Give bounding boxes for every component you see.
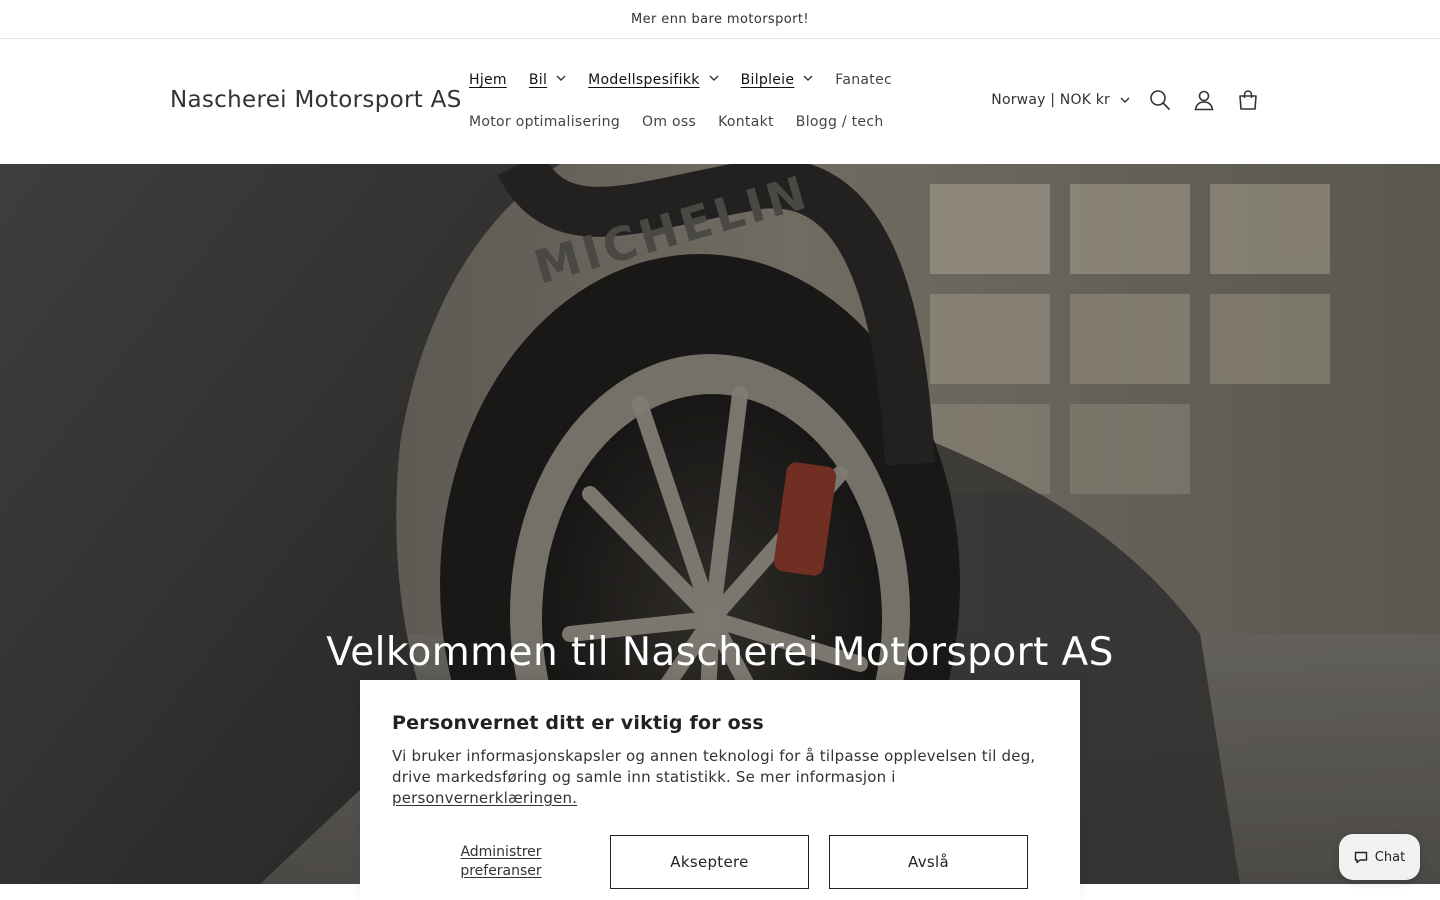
header-tools: Norway | NOK kr — [991, 79, 1270, 121]
chat-label: Chat — [1374, 849, 1406, 865]
chevron-down-icon — [1120, 92, 1130, 108]
chevron-down-icon — [709, 75, 719, 85]
nav-item-label: Hjem — [469, 72, 507, 88]
nav-item-label: Motor optimalisering — [469, 114, 621, 130]
nav-row-primary: Hjem Bil Modellspesifikk Bilpleie Fanatec — [458, 59, 978, 101]
nav-item-label: Blogg / tech — [795, 114, 884, 130]
cookie-description: Vi bruker informasjonskapsler og annen t… — [392, 746, 1048, 809]
nav-item-label: Om oss — [642, 114, 697, 130]
nav-item-hjem[interactable]: Hjem — [458, 72, 518, 88]
main-navigation: Hjem Bil Modellspesifikk Bilpleie Fanatec Mo… — [458, 59, 978, 143]
cookie-title: Personvernet ditt er viktig for oss — [392, 712, 764, 734]
nav-item-om-oss[interactable]: Om oss — [631, 114, 707, 130]
manage-preferences-link[interactable]: Administrer preferanser — [392, 843, 610, 881]
nav-item-motor-optimalisering[interactable]: Motor optimalisering — [458, 114, 631, 130]
search-icon — [1150, 90, 1171, 111]
account-icon — [1194, 90, 1214, 111]
announcement-bar: Mer enn bare motorsport! — [0, 0, 1440, 39]
country-currency-selector[interactable]: Norway | NOK kr — [991, 92, 1130, 108]
cart-icon — [1239, 90, 1257, 110]
announcement-text: Mer enn bare motorsport! — [631, 11, 809, 27]
nav-item-label: Modellspesifikk — [588, 72, 700, 88]
brand-logo-link[interactable]: Nascherei Motorsport AS — [170, 87, 462, 113]
nav-item-fanatec[interactable]: Fanatec — [824, 72, 903, 88]
nav-row-secondary: Motor optimalisering Om oss Kontakt Blogg /… — [458, 101, 978, 143]
nav-item-label: Kontakt — [718, 114, 774, 130]
nav-item-bil[interactable]: Bil — [518, 72, 577, 88]
chat-bubble-icon — [1354, 851, 1368, 864]
nav-item-label: Bilpleie — [740, 72, 795, 88]
country-currency-label: Norway | NOK kr — [991, 92, 1110, 108]
cookie-body-text: Vi bruker informasjonskapsler og annen t… — [392, 747, 1036, 786]
decline-button[interactable]: Avslå — [829, 835, 1028, 889]
nav-item-modellspesifikk[interactable]: Modellspesifikk — [577, 72, 729, 88]
cookie-consent-banner: Personvernet ditt er viktig for oss Vi b… — [360, 680, 1080, 900]
nav-item-label: Bil — [528, 72, 548, 88]
nav-item-bilpleie[interactable]: Bilpleie — [730, 72, 825, 88]
hero-title: Velkommen til Nascherei Motorsport AS — [326, 630, 1114, 675]
nav-item-blogg-tech[interactable]: Blogg / tech — [785, 114, 895, 130]
account-button[interactable] — [1182, 78, 1226, 122]
nav-item-label: Fanatec — [835, 72, 892, 88]
chat-button[interactable]: Chat — [1339, 834, 1420, 880]
privacy-policy-link[interactable]: personvernerklæringen. — [392, 789, 577, 807]
chevron-down-icon — [803, 75, 813, 85]
accept-button[interactable]: Akseptere — [610, 835, 809, 889]
cookie-actions: Administrer preferanser Akseptere Avslå — [392, 835, 1048, 889]
nav-item-kontakt[interactable]: Kontakt — [707, 114, 785, 130]
cart-button[interactable] — [1226, 78, 1270, 122]
search-button[interactable] — [1138, 78, 1182, 122]
site-header: Nascherei Motorsport AS Hjem Bil Modellspe… — [0, 39, 1440, 163]
chevron-down-icon — [556, 75, 566, 85]
